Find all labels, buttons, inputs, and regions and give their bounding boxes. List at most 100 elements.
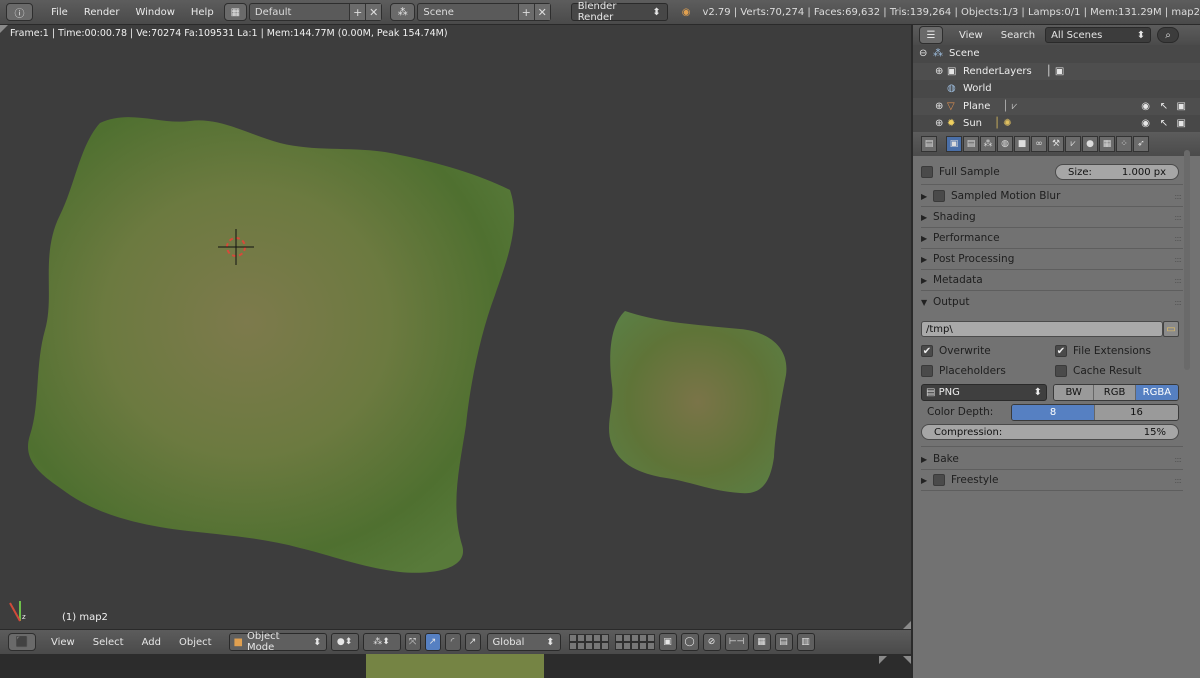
constraints-tab-icon[interactable]: ∞: [1031, 136, 1047, 152]
panel-sampled-motion-blur[interactable]: ▶ Sampled Motion Blur ::::: [921, 186, 1183, 206]
cursor-select-icon[interactable]: ↖: [1160, 101, 1168, 112]
camera-render-icon[interactable]: ▣: [1177, 118, 1186, 129]
corner-split-icon[interactable]: [0, 25, 8, 33]
close-layout-icon[interactable]: ✕: [365, 4, 382, 20]
material-tab-icon[interactable]: ●: [1082, 136, 1098, 152]
corner-split-icon-br[interactable]: [903, 621, 911, 629]
lock-layers-icon[interactable]: ▣: [658, 633, 677, 651]
compression-slider[interactable]: Compression: 15%: [921, 424, 1179, 440]
proportional-edit-icon[interactable]: ◯: [680, 633, 699, 651]
outliner-view-menu[interactable]: View: [959, 30, 983, 41]
layout-name[interactable]: Default: [250, 7, 349, 18]
menu-file[interactable]: File: [43, 7, 76, 18]
layer-grid-b[interactable]: [614, 634, 655, 650]
outliner-item-sun[interactable]: ⊕ ✹ Sun │ ✺ ◉ ↖ ▣: [913, 115, 1200, 133]
add-layout-icon[interactable]: +: [349, 4, 366, 20]
outliner-item-world[interactable]: ◍ World: [913, 80, 1200, 98]
render-tab-icon[interactable]: ▣: [946, 136, 962, 152]
expand-icon[interactable]: ⊕: [935, 101, 947, 112]
scale-toggle[interactable]: ↗: [464, 633, 481, 651]
camera-render-icon[interactable]: ▣: [1177, 101, 1186, 112]
freestyle-checkbox[interactable]: [933, 474, 945, 486]
renderlayers-tab-icon[interactable]: ▤: [963, 136, 979, 152]
size-field[interactable]: Size: 1.000 px: [1055, 164, 1179, 180]
world-tab-icon[interactable]: ◍: [997, 136, 1013, 152]
drag-grip-icon[interactable]: ::::: [1174, 192, 1182, 201]
outliner-search-menu[interactable]: Search: [1001, 30, 1035, 41]
cursor-select-icon[interactable]: ↖: [1160, 118, 1168, 129]
outliner-item-scene[interactable]: ⊖ ⁂ Scene: [913, 45, 1200, 63]
color-mode-rgb[interactable]: RGB: [1094, 385, 1136, 400]
bottom-editor[interactable]: [0, 654, 911, 678]
drag-grip-icon[interactable]: ::::: [1174, 255, 1182, 264]
layout-field[interactable]: Default + ✕: [248, 3, 383, 21]
shading-dropdown[interactable]: ●⬍: [330, 633, 359, 651]
eye-icon[interactable]: ◉: [1141, 101, 1150, 112]
panel-bake[interactable]: ▶ Bake ::::: [921, 449, 1183, 469]
placeholders-checkbox[interactable]: [921, 365, 933, 377]
drag-grip-icon[interactable]: ::::: [1174, 213, 1182, 222]
orientation-dropdown[interactable]: Global ⬍: [486, 633, 561, 651]
mode-dropdown[interactable]: ■ Object Mode ⬍: [228, 631, 327, 653]
menu-view[interactable]: View: [42, 637, 84, 648]
color-depth-selector[interactable]: 8 16: [1011, 404, 1179, 421]
drag-grip-icon[interactable]: ::::: [1174, 455, 1182, 464]
snap-target-icon[interactable]: ▦: [752, 633, 771, 651]
menu-add[interactable]: Add: [133, 637, 170, 648]
panel-output[interactable]: ▼ Output ::::: [921, 292, 1183, 312]
menu-object[interactable]: Object: [170, 637, 221, 648]
physics-tab-icon[interactable]: ➶: [1133, 136, 1149, 152]
color-mode-rgba[interactable]: RGBA: [1135, 385, 1178, 400]
panel-freestyle[interactable]: ▶ Freestyle ::::: [921, 470, 1183, 490]
menu-help[interactable]: Help: [183, 7, 222, 18]
collapse-icon[interactable]: ⊖: [919, 48, 933, 59]
depth-16[interactable]: 16: [1095, 405, 1178, 420]
depth-8[interactable]: 8: [1012, 405, 1095, 420]
overwrite-checkbox[interactable]: ✔: [921, 345, 933, 357]
file-extensions-checkbox[interactable]: ✔: [1055, 345, 1067, 357]
menu-window[interactable]: Window: [127, 7, 182, 18]
expand-icon[interactable]: ⊕: [935, 118, 947, 129]
translate-toggle[interactable]: ↗: [424, 633, 441, 651]
texture-tab-icon[interactable]: ▦: [1099, 136, 1115, 152]
modifiers-tab-icon[interactable]: ⚒: [1048, 136, 1064, 152]
layer-grid-a[interactable]: [568, 634, 609, 650]
scene-browse-button[interactable]: ⁂: [390, 3, 416, 21]
panel-performance[interactable]: ▶ Performance ::::: [921, 228, 1183, 248]
particles-tab-icon[interactable]: ⁘: [1116, 136, 1132, 152]
render-image-icon[interactable]: ▤: [774, 633, 793, 651]
screen-layout-button[interactable]: ▦: [223, 3, 247, 21]
editor-type-button[interactable]: ⓘ: [6, 3, 34, 21]
menu-select[interactable]: Select: [84, 637, 133, 648]
drag-grip-icon[interactable]: ::::: [1174, 298, 1182, 307]
snap-icon[interactable]: ⊘: [702, 633, 721, 651]
panel-shading[interactable]: ▶ Shading ::::: [921, 207, 1183, 227]
outliner-item-renderlayers[interactable]: ⊕ ▣ RenderLayers │ ▣: [913, 62, 1200, 80]
expand-icon[interactable]: ⊕: [935, 66, 947, 77]
corner-split-icon-bottom[interactable]: [873, 654, 911, 678]
snap-element-icon[interactable]: ⊢⊣: [724, 633, 749, 651]
color-mode-bw[interactable]: BW: [1054, 385, 1095, 400]
display-mode-dropdown[interactable]: All Scenes ⬍: [1045, 27, 1152, 43]
properties-scrollbar[interactable]: [1184, 150, 1190, 370]
render-anim-icon[interactable]: ▥: [796, 633, 815, 651]
drag-grip-icon[interactable]: ::::: [1174, 234, 1182, 243]
3d-viewport[interactable]: Frame:1 | Time:00:00.78 | Ve:70274 Fa:10…: [0, 25, 911, 629]
color-mode-selector[interactable]: BW RGB RGBA: [1053, 384, 1179, 401]
output-path-field[interactable]: /tmp\: [921, 321, 1163, 337]
menu-render[interactable]: Render: [76, 7, 128, 18]
editor-type-button-3d[interactable]: ⬛: [8, 633, 36, 651]
outliner-type-button[interactable]: ☰: [919, 26, 943, 44]
layer-buttons[interactable]: [568, 634, 655, 650]
search-field[interactable]: ⌕: [1157, 27, 1180, 43]
scene-tab-icon[interactable]: ⁂: [980, 136, 996, 152]
drag-grip-icon[interactable]: ::::: [1174, 276, 1182, 285]
scene-name[interactable]: Scene: [418, 7, 517, 18]
eye-icon[interactable]: ◉: [1141, 118, 1150, 129]
data-tab-icon[interactable]: ⩗: [1065, 136, 1081, 152]
panel-post-processing[interactable]: ▶ Post Processing ::::: [921, 249, 1183, 269]
add-scene-icon[interactable]: +: [517, 4, 534, 20]
rotate-toggle[interactable]: ◜: [444, 633, 461, 651]
drag-grip-icon[interactable]: ::::: [1174, 476, 1182, 485]
full-sample-checkbox[interactable]: [921, 166, 933, 178]
